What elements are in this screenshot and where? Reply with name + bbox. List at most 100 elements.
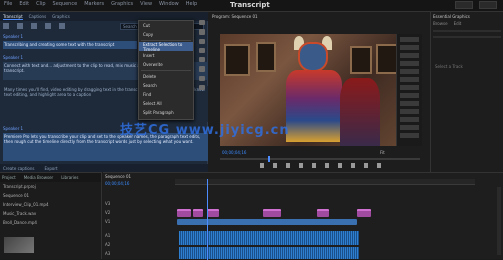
tab-edit[interactable]: Edit bbox=[454, 21, 462, 26]
create-captions-button[interactable]: Create captions bbox=[3, 166, 35, 171]
tab-transcript[interactable]: Transcript bbox=[3, 14, 23, 20]
project-item[interactable]: Transcript.prproj bbox=[0, 182, 101, 191]
tab-project[interactable]: Project bbox=[2, 175, 16, 180]
menu-graphics[interactable]: Graphics bbox=[111, 1, 133, 7]
menu-file[interactable]: File bbox=[4, 1, 12, 7]
time-ruler[interactable] bbox=[175, 179, 475, 185]
menu-item-copy[interactable]: Copy bbox=[139, 30, 193, 39]
transcript-paragraph[interactable]: Transcribing and creating some text with… bbox=[3, 41, 137, 49]
link-icon[interactable] bbox=[45, 23, 51, 29]
side-control-row[interactable] bbox=[400, 117, 419, 122]
timeline-scrollbar[interactable] bbox=[497, 187, 501, 255]
tab-media-browser[interactable]: Media Browser bbox=[24, 175, 54, 180]
side-control-row[interactable] bbox=[400, 45, 419, 50]
audio-waveform-a1[interactable] bbox=[179, 231, 359, 245]
ripple-edit-tool-icon[interactable] bbox=[199, 38, 205, 44]
menu-window[interactable]: Window bbox=[159, 1, 179, 7]
monitor-playhead[interactable] bbox=[268, 156, 270, 162]
ellipsis-icon[interactable] bbox=[17, 23, 23, 29]
track-header-v3[interactable]: V3 bbox=[105, 199, 173, 208]
timeline-playhead[interactable] bbox=[207, 179, 208, 260]
video-clip[interactable] bbox=[177, 209, 191, 217]
menu-item-select-all[interactable]: Select All bbox=[139, 99, 193, 108]
menu-sequence[interactable]: Sequence bbox=[53, 1, 78, 7]
track-header-a1[interactable]: A1 bbox=[105, 231, 173, 240]
side-control-row[interactable] bbox=[400, 85, 419, 90]
menu-item-extract-selection[interactable]: Extract Selection to Timeline bbox=[139, 42, 193, 52]
zoom-select[interactable]: Fit bbox=[380, 150, 385, 155]
side-control-row[interactable] bbox=[400, 69, 419, 74]
program-timecode[interactable]: 00;00;04;16 bbox=[222, 150, 246, 155]
project-item[interactable]: Music_Track.wav bbox=[0, 209, 101, 218]
menu-item-insert[interactable]: Insert bbox=[139, 51, 193, 60]
clip-thumbnail[interactable] bbox=[4, 237, 34, 253]
tab-graphics[interactable]: Graphics bbox=[52, 14, 70, 19]
menu-help[interactable]: Help bbox=[186, 1, 197, 7]
side-control-row[interactable] bbox=[400, 37, 419, 42]
menu-view[interactable]: View bbox=[140, 1, 152, 7]
add-icon[interactable] bbox=[59, 23, 65, 29]
tab-browse[interactable]: Browse bbox=[433, 21, 448, 26]
export-button[interactable]: Export bbox=[45, 166, 58, 171]
video-clip[interactable] bbox=[207, 209, 219, 217]
speaker-label[interactable]: Speaker 1 bbox=[3, 55, 23, 60]
share-button[interactable] bbox=[455, 1, 473, 9]
side-control-row[interactable] bbox=[400, 125, 419, 130]
track-select-tool-icon[interactable] bbox=[199, 29, 205, 35]
speaker-label[interactable]: Speaker 1 bbox=[3, 34, 23, 39]
video-clip-v1[interactable] bbox=[177, 219, 357, 225]
menu-item-split-paragraph[interactable]: Split Paragraph bbox=[139, 108, 193, 117]
track-header-v2[interactable]: V2 bbox=[105, 208, 173, 217]
menu-edit[interactable]: Edit bbox=[19, 1, 29, 7]
lift-icon[interactable] bbox=[351, 163, 355, 168]
extract-icon[interactable] bbox=[364, 163, 368, 168]
menu-item-delete[interactable]: Delete bbox=[139, 72, 193, 81]
menu-item-search[interactable]: Search bbox=[139, 81, 193, 90]
project-item[interactable]: Broll_Dance.mp4 bbox=[0, 218, 101, 227]
mark-out-icon[interactable] bbox=[273, 163, 277, 168]
video-clip[interactable] bbox=[263, 209, 281, 217]
audio-waveform-a2[interactable] bbox=[179, 247, 359, 259]
project-item[interactable]: Interview_Clip_01.mp4 bbox=[0, 200, 101, 209]
selection-tool-icon[interactable] bbox=[199, 20, 205, 26]
workspace-button[interactable] bbox=[479, 1, 497, 9]
side-control-row[interactable] bbox=[400, 109, 419, 114]
track-header-v1[interactable]: V1 bbox=[105, 217, 173, 226]
hand-tool-icon[interactable] bbox=[199, 75, 205, 81]
side-control-row[interactable] bbox=[400, 53, 419, 58]
side-control-row[interactable] bbox=[400, 93, 419, 98]
video-clip[interactable] bbox=[357, 209, 371, 217]
slip-tool-icon[interactable] bbox=[199, 57, 205, 63]
menu-item-overwrite[interactable]: Overwrite bbox=[139, 60, 193, 69]
pencil-icon[interactable] bbox=[31, 23, 37, 29]
monitor-scrubber[interactable] bbox=[220, 156, 420, 162]
go-to-out-icon[interactable] bbox=[338, 163, 342, 168]
menu-item-cut[interactable]: Cut bbox=[139, 21, 193, 30]
track-header-a3[interactable]: A3 bbox=[105, 249, 173, 258]
menu-item-find[interactable]: Find bbox=[139, 90, 193, 99]
timeline-timecode[interactable]: 00;00;04;16 bbox=[105, 181, 129, 186]
side-control-row[interactable] bbox=[400, 77, 419, 82]
video-clip[interactable] bbox=[193, 209, 203, 217]
track-header-a2[interactable]: A2 bbox=[105, 240, 173, 249]
tab-captions[interactable]: Captions bbox=[29, 14, 47, 19]
speaker-label[interactable]: Speaker 1 bbox=[3, 126, 23, 131]
play-icon[interactable] bbox=[312, 163, 316, 168]
type-tool-icon[interactable] bbox=[199, 84, 205, 90]
align-icon[interactable] bbox=[3, 23, 9, 29]
side-control-row[interactable] bbox=[400, 61, 419, 66]
step-forward-icon[interactable] bbox=[325, 163, 329, 168]
export-frame-icon[interactable] bbox=[377, 163, 381, 168]
menu-clip[interactable]: Clip bbox=[36, 1, 45, 7]
mark-in-icon[interactable] bbox=[260, 163, 264, 168]
video-clip[interactable] bbox=[317, 209, 329, 217]
go-to-in-icon[interactable] bbox=[286, 163, 290, 168]
pen-tool-icon[interactable] bbox=[199, 66, 205, 72]
project-item[interactable]: Sequence 01 bbox=[0, 191, 101, 200]
menu-markers[interactable]: Markers bbox=[84, 1, 104, 7]
side-control-row[interactable] bbox=[400, 101, 419, 106]
step-back-icon[interactable] bbox=[299, 163, 303, 168]
tab-libraries[interactable]: Libraries bbox=[61, 175, 78, 180]
side-control-row[interactable] bbox=[400, 133, 419, 138]
razor-tool-icon[interactable] bbox=[199, 47, 205, 53]
